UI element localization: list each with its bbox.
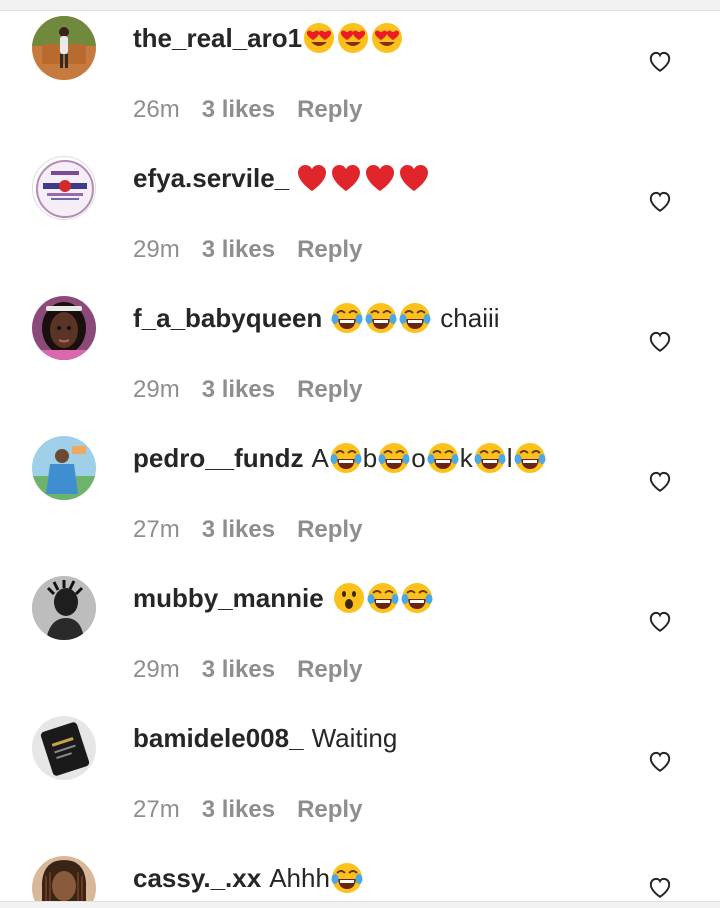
comment-time: 29m (133, 236, 180, 263)
comment-line: the_real_aro1 (133, 18, 404, 58)
comment-meta: 27m 3 likes Reply (133, 514, 362, 546)
username[interactable]: f_a_babyqueen (133, 303, 322, 334)
tears-of-joy-emoji-icon (330, 442, 362, 474)
username[interactable]: cassy._.xx (133, 863, 261, 894)
tears-of-joy-emoji-icon (331, 302, 363, 334)
likes-count[interactable]: 3 likes (202, 236, 275, 264)
tears-of-joy-emoji-icon (331, 862, 363, 894)
likes-count[interactable]: 3 likes (202, 516, 275, 544)
username[interactable]: efya.servile_ (133, 163, 289, 194)
comment-time: 27m (133, 796, 180, 823)
comment-line: pedro__fundz A b o k l (133, 438, 547, 478)
tears-of-joy-emoji-icon (514, 442, 546, 474)
comment-meta: 29m 3 likes Reply (133, 374, 362, 406)
avatar[interactable] (32, 576, 96, 640)
comment-line: cassy._.xx Ahhh (133, 858, 364, 898)
comment-text: Ahhh (269, 862, 330, 893)
heart-outline-icon[interactable] (647, 328, 673, 354)
heart-outline-icon[interactable] (647, 874, 673, 900)
comment-item: bamidele008_ Waiting 27m 3 likes Reply (0, 716, 720, 856)
comment-text: chaiii (440, 302, 500, 333)
reply-button[interactable]: Reply (297, 96, 362, 124)
comment-time: 27m (133, 516, 180, 543)
avatar[interactable] (32, 856, 96, 901)
heart-outline-icon[interactable] (647, 748, 673, 774)
username[interactable]: the_real_aro1 (133, 23, 302, 54)
comment-time: 29m (133, 656, 180, 683)
comment-item: the_real_aro1 26m 3 likes Reply (0, 16, 720, 156)
reply-button[interactable]: Reply (297, 236, 362, 264)
comment-meta: 27m 3 likes Reply (133, 794, 362, 826)
tears-of-joy-emoji-icon (399, 302, 431, 334)
likes-count[interactable]: 3 likes (202, 376, 275, 404)
avatar[interactable] (32, 716, 96, 780)
reply-button[interactable]: Reply (297, 796, 362, 824)
heart-outline-icon[interactable] (647, 48, 673, 74)
heart-eyes-emoji-icon (303, 22, 335, 54)
likes-count[interactable]: 3 likes (202, 656, 275, 684)
tears-of-joy-emoji-icon (365, 302, 397, 334)
comment-item: pedro__fundz A b o k l 27m 3 likes Reply (0, 436, 720, 576)
heart-eyes-emoji-icon (337, 22, 369, 54)
heart-outline-icon[interactable] (647, 188, 673, 214)
comment-line: efya.servile_ (133, 158, 431, 198)
avatar[interactable] (32, 296, 96, 360)
reply-button[interactable]: Reply (297, 516, 362, 544)
comment-item: f_a_babyqueen chaiii 29m 3 likes Reply (0, 296, 720, 436)
astonished-emoji-icon (333, 582, 365, 614)
tears-of-joy-emoji-icon (474, 442, 506, 474)
tears-of-joy-emoji-icon (367, 582, 399, 614)
comment-meta: 26m 3 likes Reply (133, 94, 362, 126)
comment-meta: 29m 3 likes Reply (133, 654, 362, 686)
comment-time: 29m (133, 376, 180, 403)
heart-eyes-emoji-icon (371, 22, 403, 54)
username[interactable]: bamidele008_ (133, 723, 304, 754)
likes-count[interactable]: 3 likes (202, 796, 275, 824)
red-heart-emoji-icon (364, 162, 396, 194)
comment-item: efya.servile_ 29m 3 likes Reply (0, 156, 720, 296)
likes-count[interactable]: 3 likes (202, 96, 275, 124)
comment-text: A b o k l (311, 442, 546, 474)
comment-meta: 29m 3 likes Reply (133, 234, 362, 266)
reply-button[interactable]: Reply (297, 376, 362, 404)
top-divider (0, 0, 720, 11)
red-heart-emoji-icon (330, 162, 362, 194)
avatar[interactable] (32, 436, 96, 500)
avatar[interactable] (32, 156, 96, 220)
comment-line: f_a_babyqueen chaiii (133, 298, 500, 338)
username[interactable]: mubby_mannie (133, 583, 324, 614)
comment-line: bamidele008_ Waiting (133, 718, 397, 758)
heart-outline-icon[interactable] (647, 468, 673, 494)
tears-of-joy-emoji-icon (401, 582, 433, 614)
tears-of-joy-emoji-icon (427, 442, 459, 474)
tears-of-joy-emoji-icon (378, 442, 410, 474)
comment-item: mubby_mannie 29m 3 likes Reply (0, 576, 720, 716)
red-heart-emoji-icon (296, 162, 328, 194)
heart-outline-icon[interactable] (647, 608, 673, 634)
reply-button[interactable]: Reply (297, 656, 362, 684)
comment-line: mubby_mannie (133, 578, 434, 618)
comment-time: 26m (133, 96, 180, 123)
comment-text: Waiting (311, 722, 398, 753)
avatar[interactable] (32, 16, 96, 80)
comment-item: cassy._.xx Ahhh (0, 856, 720, 901)
red-heart-emoji-icon (398, 162, 430, 194)
username[interactable]: pedro__fundz (133, 443, 303, 474)
